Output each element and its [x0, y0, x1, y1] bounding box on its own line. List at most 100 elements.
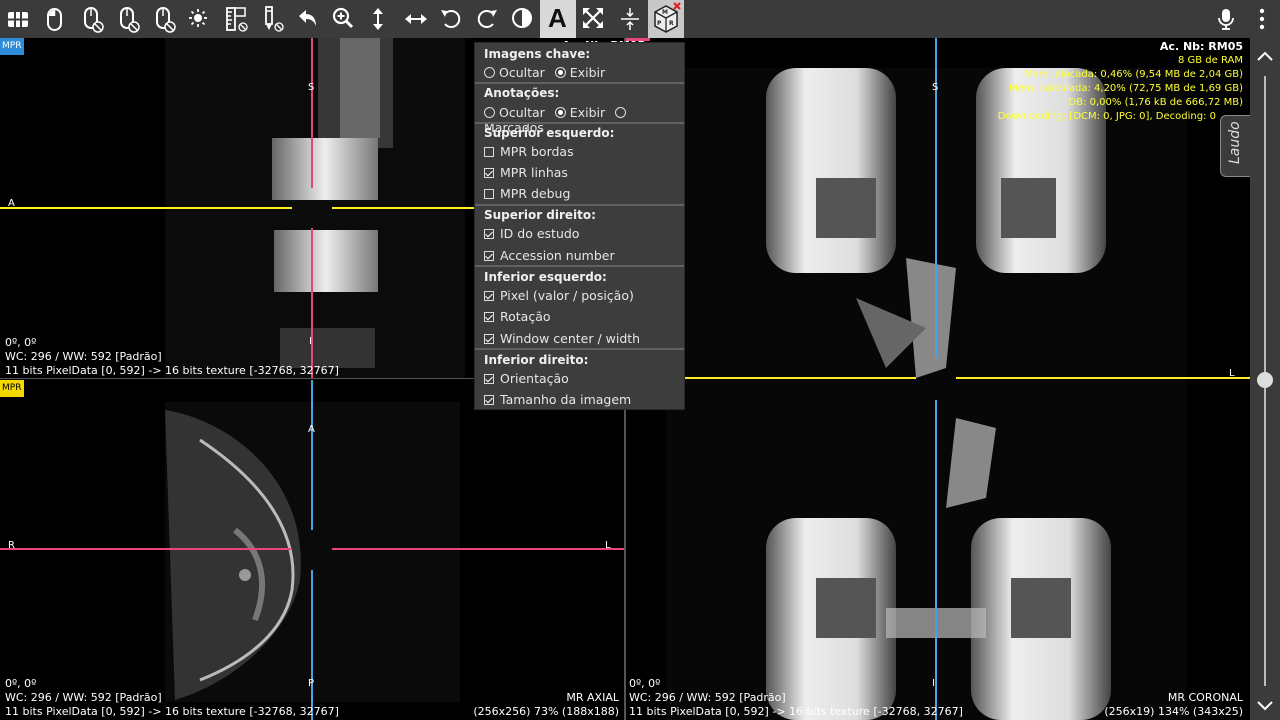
menu-separator — [475, 204, 684, 206]
checkbox-id-estudo[interactable]: ID do estudo — [484, 226, 579, 241]
image-size: (256x19) 134% (343x25) — [1104, 705, 1243, 718]
scroll-down-icon — [1257, 701, 1273, 711]
menu-heading-superior-esquerdo: Superior esquerdo: — [484, 126, 615, 140]
annotation-text-button[interactable]: A — [540, 0, 576, 38]
brightness-icon — [189, 9, 207, 27]
mouse-scroll-button[interactable] — [146, 0, 182, 38]
orientation-top: S — [932, 82, 939, 93]
rotate-left-button[interactable] — [434, 0, 470, 38]
mpr-image-right — [666, 68, 1186, 720]
mouse-left-button[interactable] — [36, 0, 72, 38]
mouse-middle-icon — [84, 7, 104, 33]
radio-anotacoes-exibir[interactable]: Exibir — [554, 105, 605, 120]
svg-text:P: P — [657, 20, 662, 27]
db-usage: DB: 0,00% (1,76 kB de 666,72 MB) — [1068, 97, 1243, 108]
radio-anotacoes-ocultar[interactable]: Ocultar — [484, 105, 545, 120]
radio-imagens-ocultar[interactable]: Ocultar — [484, 65, 545, 80]
menu-heading-inferior-direito: Inferior direito: — [484, 353, 589, 367]
mpr-button[interactable]: MPR — [648, 0, 684, 38]
series-label: MR CORONAL — [1167, 691, 1243, 704]
layout-button[interactable] — [0, 0, 36, 38]
brightness-button[interactable] — [182, 0, 218, 38]
svg-text:R: R — [669, 20, 674, 27]
checkbox-mpr-bordas[interactable]: MPR bordas — [484, 144, 574, 159]
checkbox-pixel-valor[interactable]: Pixel (valor / posição) — [484, 288, 634, 303]
accession-number: Ac. Nb: RM05 — [1159, 40, 1243, 53]
checkbox-mpr-linhas[interactable]: MPR linhas — [484, 165, 568, 180]
pixel-data-info: 11 bits PixelData [0, 592] -> 16 bits te… — [629, 705, 963, 718]
viewport-right[interactable]: S L I Ac. Nb: RM05 8 GB de RAM Mem. aloc… — [626, 38, 1250, 720]
contrast-icon — [512, 8, 532, 28]
pencil-icon — [265, 6, 284, 32]
ram-info: 8 GB de RAM — [1177, 55, 1243, 66]
menu-separator — [475, 348, 684, 350]
viewport-tag: MPR — [0, 380, 24, 397]
orientation-right: L — [1229, 368, 1235, 379]
checkbox-tamanho-imagem[interactable]: Tamanho da imagem — [484, 392, 631, 407]
orientation-top: S — [308, 82, 315, 93]
checkbox-orientacao[interactable]: Orientação — [484, 371, 569, 386]
orientation-left: R — [8, 540, 15, 551]
vertical-scrollbar[interactable] — [1250, 38, 1280, 720]
menu-separator — [475, 265, 684, 267]
move-horizontal-button[interactable] — [398, 0, 434, 38]
window-center-width: WC: 296 / WW: 592 [Padrão] — [5, 350, 162, 363]
mouse-scroll-icon — [156, 7, 176, 33]
memory-calculated: Mem. calculada: 4,20% (72,75 MB de 1,69 … — [1008, 83, 1243, 94]
microphone-button[interactable] — [1208, 0, 1244, 38]
rotate-right-icon — [477, 10, 497, 28]
fullscreen-button[interactable] — [576, 0, 612, 38]
imagens-chave-options: Ocultar Exibir — [484, 65, 611, 80]
more-vertical-icon — [1259, 8, 1265, 30]
pixel-data-info: 11 bits PixelData [0, 592] -> 16 bits te… — [5, 364, 339, 377]
axis-line-blue-top — [311, 380, 313, 530]
window-center-width: WC: 296 / WW: 592 [Padrão] — [629, 691, 786, 704]
image-size: (256x256) 73% (188x188) — [473, 705, 619, 718]
orientation-bottom: P — [308, 678, 315, 689]
menu-separator — [475, 122, 684, 124]
axis-line-pink-right — [332, 548, 624, 550]
laudo-label: Laudo — [1227, 121, 1243, 164]
checkbox-accession-number[interactable]: Accession number — [484, 248, 615, 263]
axis-line-pink-bottom — [311, 228, 313, 378]
axis-line-pink-top — [311, 38, 313, 188]
undo-icon — [299, 10, 316, 26]
checkbox-window-center[interactable]: Window center / width — [484, 331, 640, 346]
menu-separator — [475, 82, 684, 84]
svg-text:M: M — [662, 9, 668, 16]
checkbox-mpr-debug[interactable]: MPR debug — [484, 186, 570, 201]
checkbox-rotacao[interactable]: Rotação — [484, 309, 551, 324]
laudo-tab[interactable]: Laudo — [1220, 115, 1250, 177]
pixel-data-info: 11 bits PixelData [0, 592] -> 16 bits te… — [5, 705, 339, 718]
fullscreen-icon — [583, 8, 603, 28]
orientation-top: A — [308, 424, 315, 435]
undo-button[interactable] — [290, 0, 326, 38]
main-toolbar: A MPR — [0, 0, 1280, 38]
annotation-text-icon: A — [548, 3, 567, 33]
mouse-right-button[interactable] — [110, 0, 146, 38]
contrast-button[interactable] — [506, 0, 542, 38]
orientation-bottom: I — [309, 336, 312, 347]
move-vertical-button[interactable] — [362, 0, 398, 38]
microphone-icon — [1218, 9, 1234, 30]
radio-imagens-exibir[interactable]: Exibir — [554, 65, 605, 80]
compress-vertical-button[interactable] — [612, 0, 648, 38]
layout-icon — [8, 12, 28, 27]
mpr-cube-icon: MP R — [654, 2, 681, 33]
axis-line-blue-bottom — [311, 570, 313, 720]
mouse-left-icon — [47, 8, 62, 31]
rotate-right-button[interactable] — [470, 0, 506, 38]
pencil-button[interactable] — [254, 0, 290, 38]
mouse-middle-button[interactable] — [74, 0, 110, 38]
viewport-bottom-left[interactable]: MPR A R L P 0º, 0º WC: 296 / WW: 592 [Pa… — [0, 380, 624, 720]
ruler-button[interactable] — [218, 0, 254, 38]
orientation-bottom: I — [932, 678, 935, 689]
download-status: Downloading: [DCM: 0, JPG: 0], Decoding:… — [997, 111, 1216, 122]
more-button[interactable] — [1244, 0, 1280, 38]
move-horizontal-icon — [405, 14, 427, 24]
axis-line-blue-bottom — [935, 400, 937, 720]
zoom-button[interactable] — [326, 0, 362, 38]
orientation-right: L — [605, 540, 611, 551]
annotations-menu: Imagens chave: Ocultar Exibir Anotações:… — [475, 43, 684, 409]
scrollbar-thumb[interactable] — [1257, 372, 1273, 388]
